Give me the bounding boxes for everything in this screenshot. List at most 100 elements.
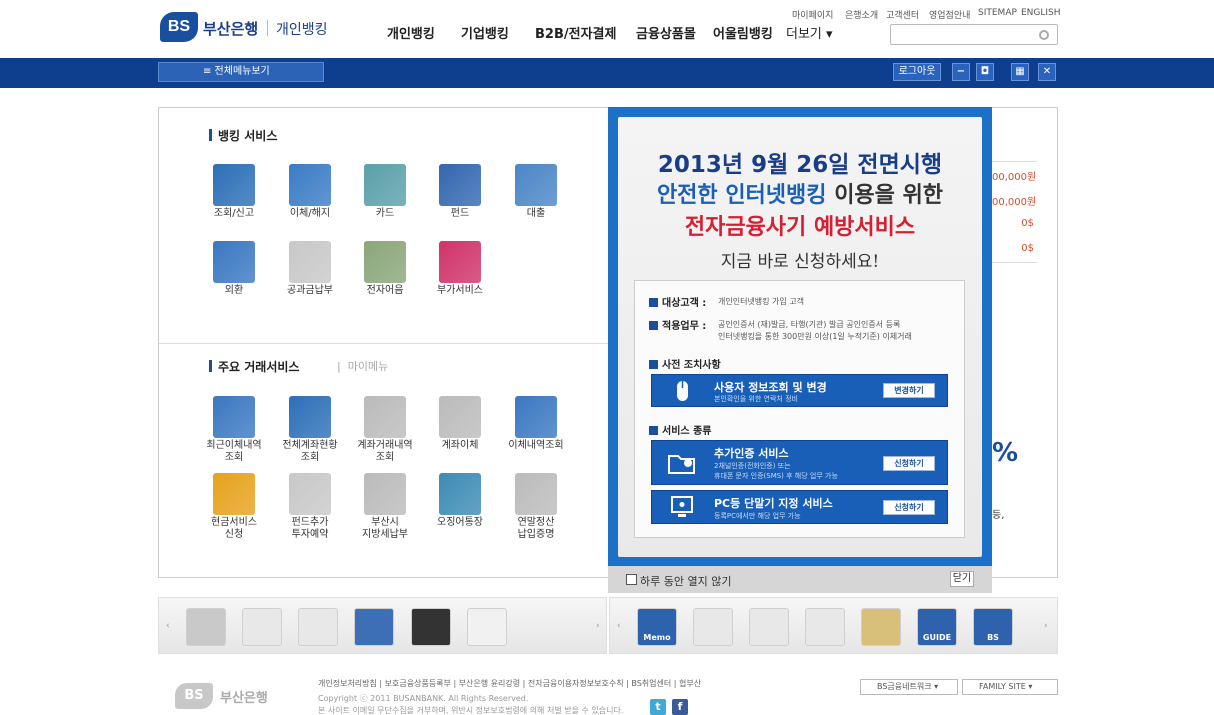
banking-service-item[interactable]: 이체/해지 [280,164,340,220]
transaction-service-label: 이체내역조회 [508,440,564,451]
transaction-service-item[interactable]: 부산시 지방세납부 [355,473,415,541]
bs-book-icon[interactable]: BS [973,608,1013,646]
font-smaller-button[interactable]: − [952,63,970,81]
transaction-service-item[interactable]: 전체계좌현황 조회 [280,396,340,464]
transaction-service-item[interactable]: 펀드추가 투자예약 [280,473,340,541]
popup-close-button[interactable]: 닫기 [950,571,974,587]
no-open-today-checkbox[interactable] [626,574,637,585]
account-transfer-icon [439,396,481,438]
transaction-service-item[interactable]: 계좌거래내역 조회 [355,396,415,464]
bullet-icon [649,426,658,435]
utility-link-about[interactable]: 은행소개 [845,8,878,21]
fund-icon [439,164,481,206]
facebook-icon[interactable]: f [672,699,688,715]
gnb-oullim[interactable]: 어울림뱅킹 [713,23,773,42]
target-label-text: 대상고객 : [662,298,707,309]
guide-icon[interactable]: GUIDE [917,608,957,646]
gnb-products[interactable]: 금융상품몰 [636,23,696,42]
banking-service-item[interactable]: 펀드 [430,164,490,220]
banking-service-item[interactable]: 외환 [204,241,264,297]
bank-logo-text[interactable]: 부산은행 [203,18,258,39]
network-select[interactable]: BS금융네트워크 ▾ [860,679,958,695]
scope-text-1: 공인인증서 (재)발급, 타행(기관) 발급 공인인증서 등록 [718,320,901,329]
banking-section-title: 뱅킹 서비스 [209,127,277,144]
strip-right-prev-icon[interactable]: ‹ [617,621,621,631]
bill-icon [289,241,331,283]
alarm-icon[interactable] [467,608,507,646]
site-section-title: 개인뱅킹 [276,22,328,38]
calendar-icon[interactable] [693,608,733,646]
bullet-icon [649,360,658,369]
target-label: 대상고객 : [649,294,706,309]
transaction-service-label: 현금서비스 신청 [211,517,257,540]
banking-service-item[interactable]: 부가서비스 [430,241,490,297]
transaction-service-label: 최근이체내역 조회 [206,440,262,463]
gnb-corporate[interactable]: 기업뱅킹 [461,23,509,42]
banking-service-item[interactable]: 카드 [355,164,415,220]
strip-right-next-icon[interactable]: › [1044,621,1048,631]
pc-device-row[interactable]: PC등 단말기 지정 서비스 등록PC에서만 해당 업무 가능 신청하기 [651,490,948,524]
transaction-service-item[interactable]: 현금서비스 신청 [204,473,264,541]
logout-button[interactable]: 로그아웃 [893,63,941,81]
banking-service-label: 조회/신고 [213,208,255,219]
print-button[interactable]: ◘ [976,63,994,81]
summary-line [992,262,1037,263]
banking-service-item[interactable]: 조회/신고 [204,164,264,220]
utility-link-branches[interactable]: 영업점안내 [929,8,970,21]
grid-view-button[interactable]: ▦ [1011,63,1029,81]
all-menu-button[interactable]: ≡ 전체메뉴보기 [158,62,324,82]
transaction-service-item[interactable]: 이체내역조회 [506,396,566,452]
close-bar-button[interactable]: ✕ [1038,63,1056,81]
footer-copyright: Copyright ⓒ 2011 BUSANBANK. All Rights R… [318,694,529,703]
transaction-service-item[interactable]: 연말정산 납입증명 [506,473,566,541]
gnb-b2b[interactable]: B2B/전자결제 [535,23,616,42]
strip-left-prev-icon[interactable]: ‹ [166,621,170,631]
utility-link-english[interactable]: ENGLISH [1021,8,1061,18]
bank-logo-mark[interactable]: BS [160,12,198,42]
extra-auth-row[interactable]: 추가인증 서비스 2채널인증(전화인증) 또는 휴대폰 문자 인증(SMS) 후… [651,440,948,485]
banking-service-item[interactable]: 전자어음 [355,241,415,297]
gnb-personal[interactable]: 개인뱅킹 [387,23,435,42]
no-open-today-label[interactable]: 하루 동안 열지 않기 [640,573,731,589]
extra-icon [439,241,481,283]
route-icon[interactable] [242,608,282,646]
magnifier-icon[interactable] [186,608,226,646]
lock-icon[interactable] [805,608,845,646]
apply-auth-button[interactable]: 신청하기 [883,456,935,471]
banking-service-item[interactable]: 대출 [506,164,566,220]
family-site-select[interactable]: FAMILY SITE ▾ [962,679,1058,695]
twitter-icon[interactable]: t [650,699,666,715]
footer-links[interactable]: 개인정보처리방침 | 보호금융상품등록부 | 부산은행 윤리강령 | 전자금융이… [318,678,701,689]
transaction-service-item[interactable]: 계좌이체 [430,396,490,452]
account-history-icon [364,396,406,438]
target-text: 개인인터넷뱅킹 가입 고객 [718,297,805,306]
exchange-up-icon[interactable] [298,608,338,646]
section-divider [159,343,608,344]
banking-service-item[interactable]: 공과금납부 [280,241,340,297]
utility-link-sitemap[interactable]: SITEMAP [978,8,1017,18]
memo-icon[interactable]: Memo [637,608,677,646]
transaction-service-item[interactable]: 오징어통장 [430,473,490,529]
footer-logo-text: 부산은행 [220,691,268,706]
utility-link-mypage[interactable]: 마이페이지 [792,8,833,21]
map-icon[interactable] [861,608,901,646]
my-menu-tab[interactable]: | 마이메뉴 [337,358,388,374]
strip-left-next-icon[interactable]: › [596,621,600,631]
otp-icon[interactable] [749,608,789,646]
user-info-row[interactable]: 사용자 정보조회 및 변경 본인확인을 위한 연락처 정비 변경하기 [651,374,948,407]
popup-headline-highlight: 안전한 인터넷뱅킹 [656,183,827,208]
apply-pc-button[interactable]: 신청하기 [883,500,935,515]
search-icon[interactable] [1039,30,1049,40]
puzzle-icon[interactable] [354,608,394,646]
change-info-button[interactable]: 변경하기 [883,383,935,398]
bs-tablet-icon[interactable] [411,608,451,646]
gnb-more[interactable]: 더보기 ▾ [786,23,833,42]
search-input[interactable] [890,24,1058,45]
bullet-icon [649,321,658,330]
inquiry-icon [213,164,255,206]
monitor-icon [666,495,698,520]
pc-device-sub: 등록PC에서만 해당 업무 가능 [714,512,801,520]
utility-link-support[interactable]: 고객센터 [886,8,919,21]
squid-account-icon [439,473,481,515]
transaction-service-item[interactable]: 최근이체내역 조회 [204,396,264,464]
